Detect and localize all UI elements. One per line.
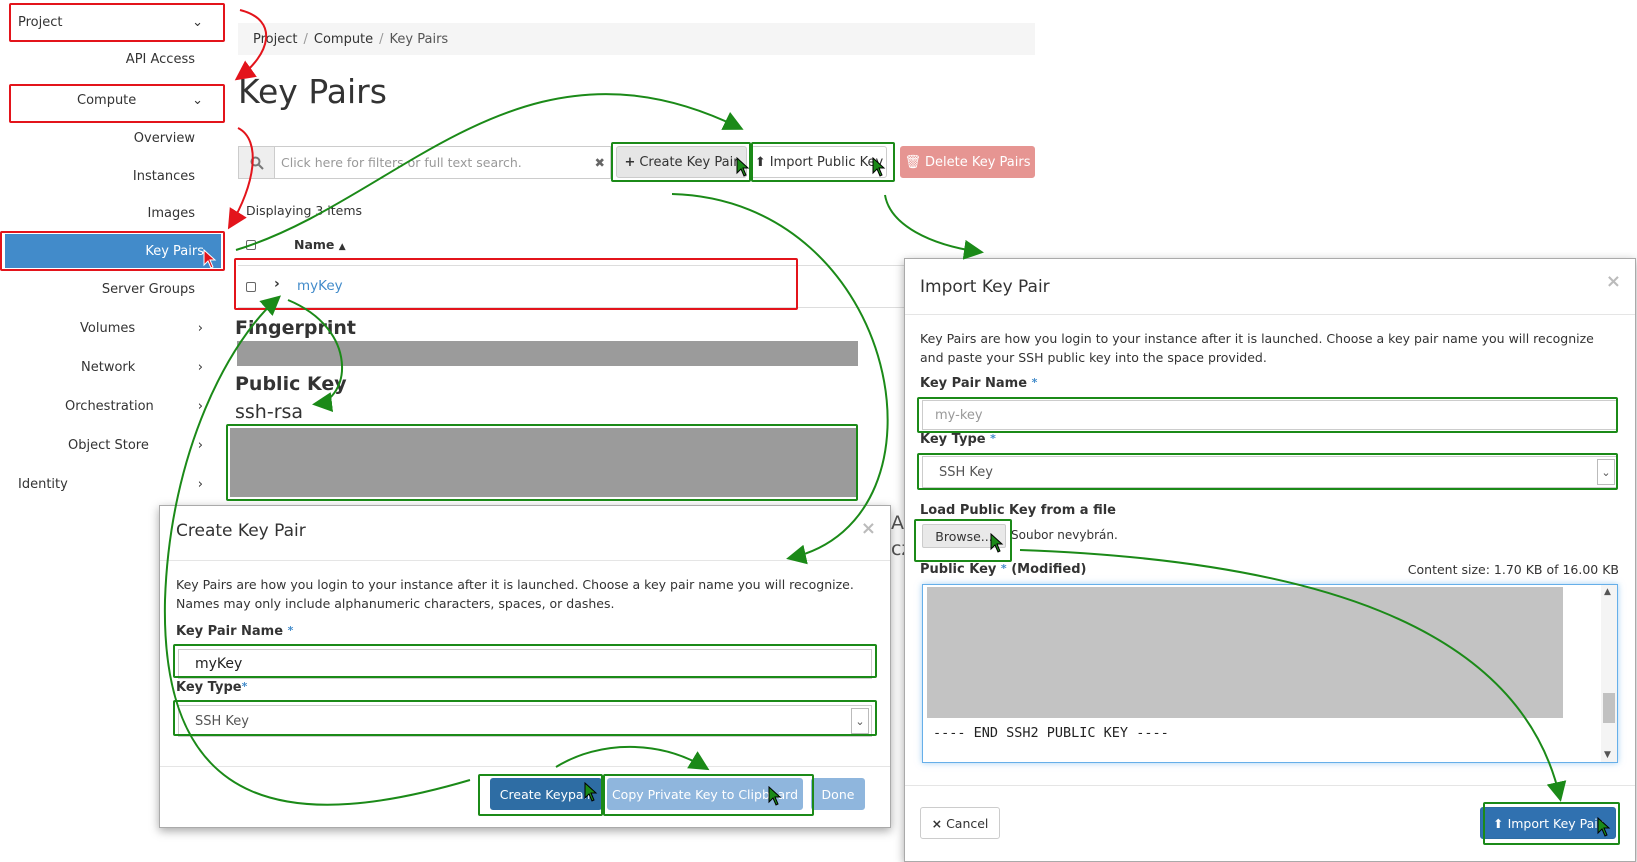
- green-arrow: [235, 93, 744, 251]
- green-arrow: [1019, 549, 1567, 802]
- green-arrow: [555, 745, 710, 771]
- red-arrow: [234, 9, 268, 81]
- green-arrow: [287, 299, 343, 413]
- green-arrow: [671, 193, 889, 565]
- annotation-arrows: [163, 9, 1567, 806]
- green-arrow: [163, 295, 471, 806]
- green-arrow: [884, 194, 984, 260]
- red-arrow: [227, 127, 254, 230]
